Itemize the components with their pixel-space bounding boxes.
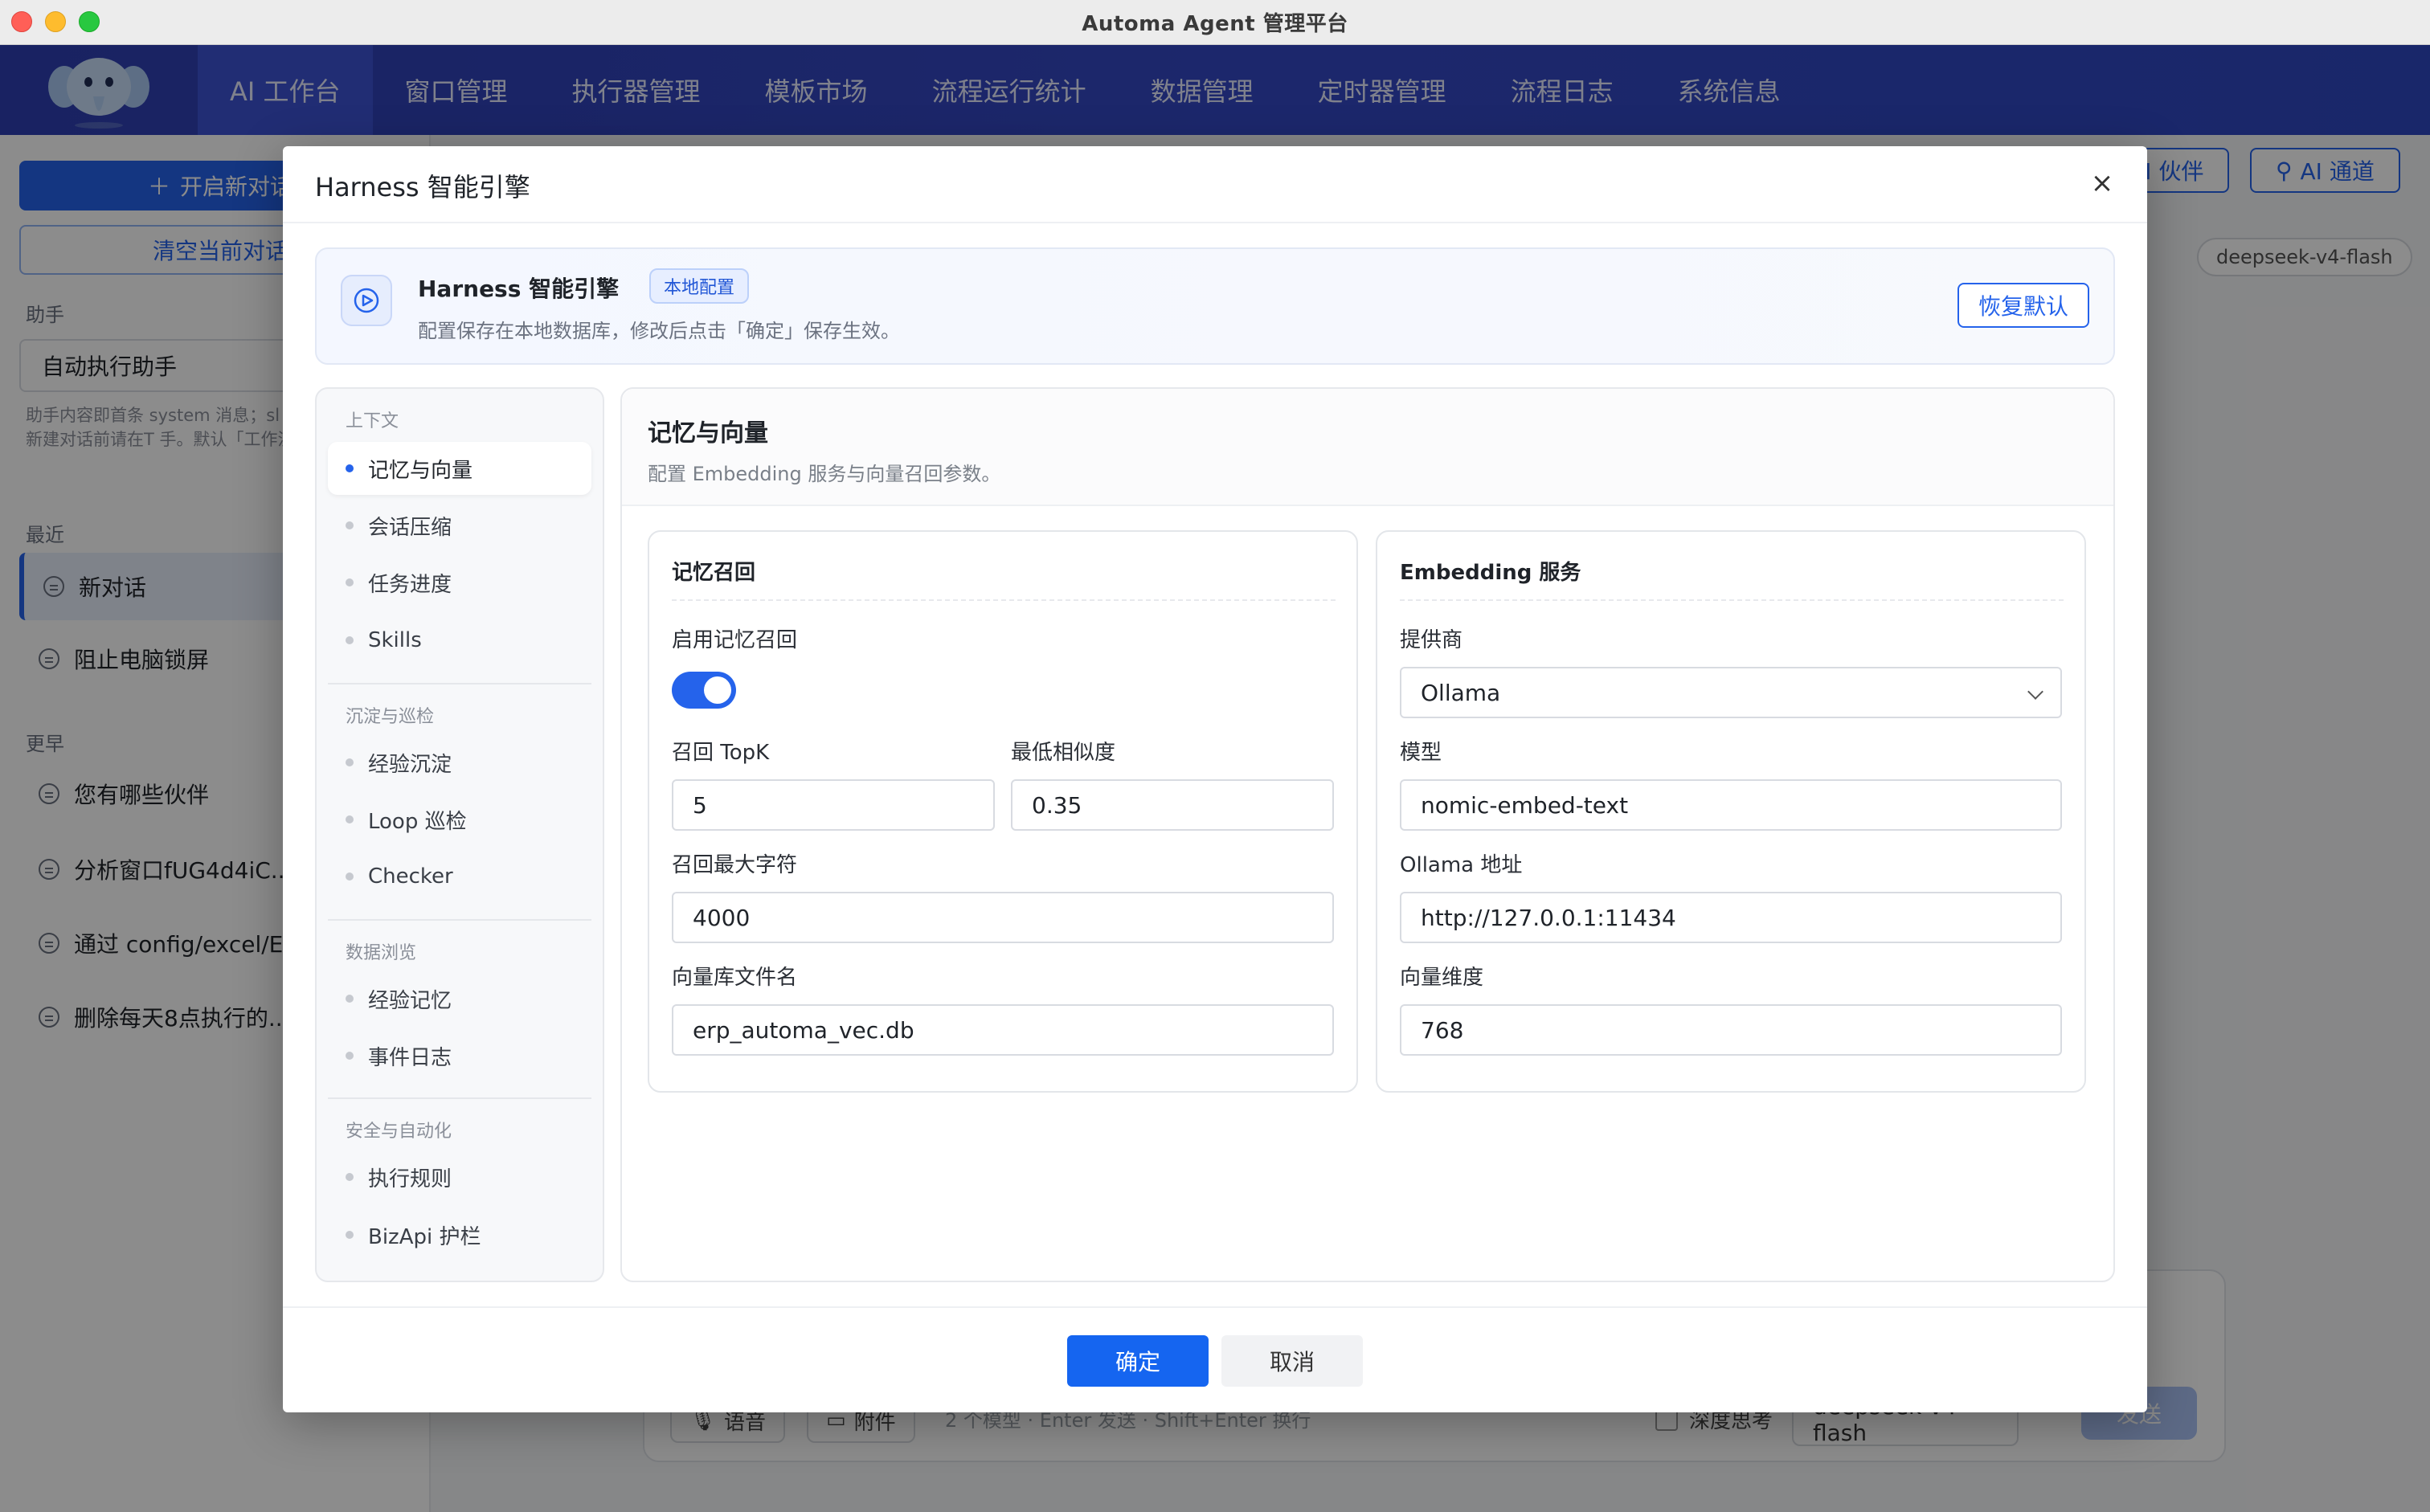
nav-item-experience-memory[interactable]: 经验记忆 [328,972,591,1025]
bullet-icon [346,521,354,529]
confirm-button[interactable]: 确定 [1067,1335,1209,1387]
provider-value: Ollama [1421,679,1501,706]
banner-title: Harness 智能引擎 [418,276,620,302]
modal-footer: 确定 取消 [283,1306,2147,1412]
nav-item-skills[interactable]: Skills [328,614,591,667]
min-similarity-input[interactable]: 0.35 [1011,779,1334,831]
nav-item-experience[interactable]: 经验沉淀 [328,736,591,789]
enable-recall-toggle[interactable] [672,672,736,709]
vector-dim-label: 向量维度 [1400,966,1484,990]
cancel-button[interactable]: 取消 [1221,1335,1363,1387]
nav-item-label: 经验记忆 [368,988,452,1013]
nav-item-label: BizApi 护栏 [368,1224,481,1249]
local-config-badge: 本地配置 [649,268,750,304]
bullet-icon [346,1052,354,1060]
minimize-window-button[interactable] [45,11,66,32]
zoom-window-button[interactable] [79,11,100,32]
banner-description: 配置保存在本地数据库，修改后点击「确定」保存生效。 [418,320,900,342]
card-divider [1400,599,2064,601]
bullet-icon [346,578,354,586]
settings-category-nav: 上下文 记忆与向量 会话压缩 任务进度 Skills 沉淀与巡检 经验沉淀 Lo… [315,387,604,1282]
bullet-icon [346,758,354,766]
card-divider [672,599,1336,601]
nav-group-label: 上下文 [346,411,399,431]
nav-item-label: 执行规则 [368,1167,452,1191]
bullet-icon [346,636,354,644]
vector-db-label: 向量库文件名 [672,966,798,990]
enable-recall-label: 启用记忆召回 [672,628,798,652]
chevron-down-icon [2027,684,2043,700]
ollama-url-input[interactable]: http://127.0.0.1:11434 [1400,892,2062,943]
bullet-icon [346,1173,354,1181]
play-circle-icon [341,275,392,326]
nav-group-label: 沉淀与巡检 [346,707,435,727]
nav-group-label: 安全与自动化 [346,1122,452,1142]
bullet-icon [346,815,354,823]
nav-divider [328,919,591,921]
nav-item-label: Checker [368,864,453,889]
nav-item-loop-inspect[interactable]: Loop 巡检 [328,793,591,846]
reset-default-button[interactable]: 恢复默认 [1958,283,2089,328]
modal-header: Harness 智能引擎 × [283,146,2147,223]
card-title: Embedding 服务 [1400,561,1581,585]
model-label: 模型 [1400,741,1442,765]
section-title: 记忆与向量 [648,419,768,447]
ollama-url-label: Ollama 地址 [1400,853,1523,877]
nav-item-checker[interactable]: Checker [328,850,591,903]
window-title: Automa Agent 管理平台 [1082,12,1348,36]
settings-content-panel: 记忆与向量 配置 Embedding 服务与向量召回参数。 记忆召回 启用记忆召… [620,387,2115,1282]
max-chars-input[interactable]: 4000 [672,892,1334,943]
nav-item-bizapi-guard[interactable]: BizApi 护栏 [328,1208,591,1261]
nav-item-label: Skills [368,628,422,652]
nav-item-label: 记忆与向量 [368,458,473,483]
min-similarity-label: 最低相似度 [1011,741,1116,765]
vector-db-input[interactable]: erp_automa_vec.db [672,1004,1334,1056]
model-input[interactable]: nomic-embed-text [1400,779,2062,831]
nav-item-label: Loop 巡检 [368,809,467,834]
traffic-lights [11,11,100,32]
nav-item-label: 经验沉淀 [368,752,452,777]
nav-item-exec-rules[interactable]: 执行规则 [328,1150,591,1203]
section-description: 配置 Embedding 服务与向量召回参数。 [648,463,1001,485]
nav-divider [328,1097,591,1099]
embedding-service-card: Embedding 服务 提供商 Ollama 模型 nomic-embed-t… [1376,530,2086,1093]
nav-item-label: 事件日志 [368,1045,452,1070]
max-chars-label: 召回最大字符 [672,853,798,877]
harness-settings-modal: Harness 智能引擎 × Harness 智能引擎 本地配置 配置保存在本地… [283,146,2147,1412]
nav-item-memory-vector[interactable]: 记忆与向量 [328,442,591,495]
bullet-icon [346,872,354,881]
modal-title: Harness 智能引擎 [315,172,530,202]
close-icon[interactable]: × [2086,167,2118,199]
card-title: 记忆召回 [672,561,756,585]
nav-item-task-progress[interactable]: 任务进度 [328,556,591,609]
section-header: 记忆与向量 配置 Embedding 服务与向量召回参数。 [622,389,2113,506]
topk-input[interactable]: 5 [672,779,995,831]
nav-group-label: 数据浏览 [346,943,417,963]
provider-label: 提供商 [1400,628,1463,652]
nav-divider [328,683,591,684]
nav-item-label: 会话压缩 [368,515,452,540]
nav-item-session-compress[interactable]: 会话压缩 [328,499,591,552]
nav-item-event-log[interactable]: 事件日志 [328,1029,591,1082]
close-window-button[interactable] [11,11,32,32]
nav-item-label: 任务进度 [368,572,452,597]
engine-banner: Harness 智能引擎 本地配置 配置保存在本地数据库，修改后点击「确定」保存… [315,247,2115,365]
window-titlebar: Automa Agent 管理平台 [0,0,2430,45]
bullet-icon [346,464,354,472]
memory-recall-card: 记忆召回 启用记忆召回 召回 TopK 5 最低相似度 0.35 召回最大字符 … [648,530,1358,1093]
bullet-icon [346,1231,354,1239]
topk-label: 召回 TopK [672,741,770,765]
vector-dim-input[interactable]: 768 [1400,1004,2062,1056]
provider-select[interactable]: Ollama [1400,667,2062,718]
bullet-icon [346,995,354,1003]
